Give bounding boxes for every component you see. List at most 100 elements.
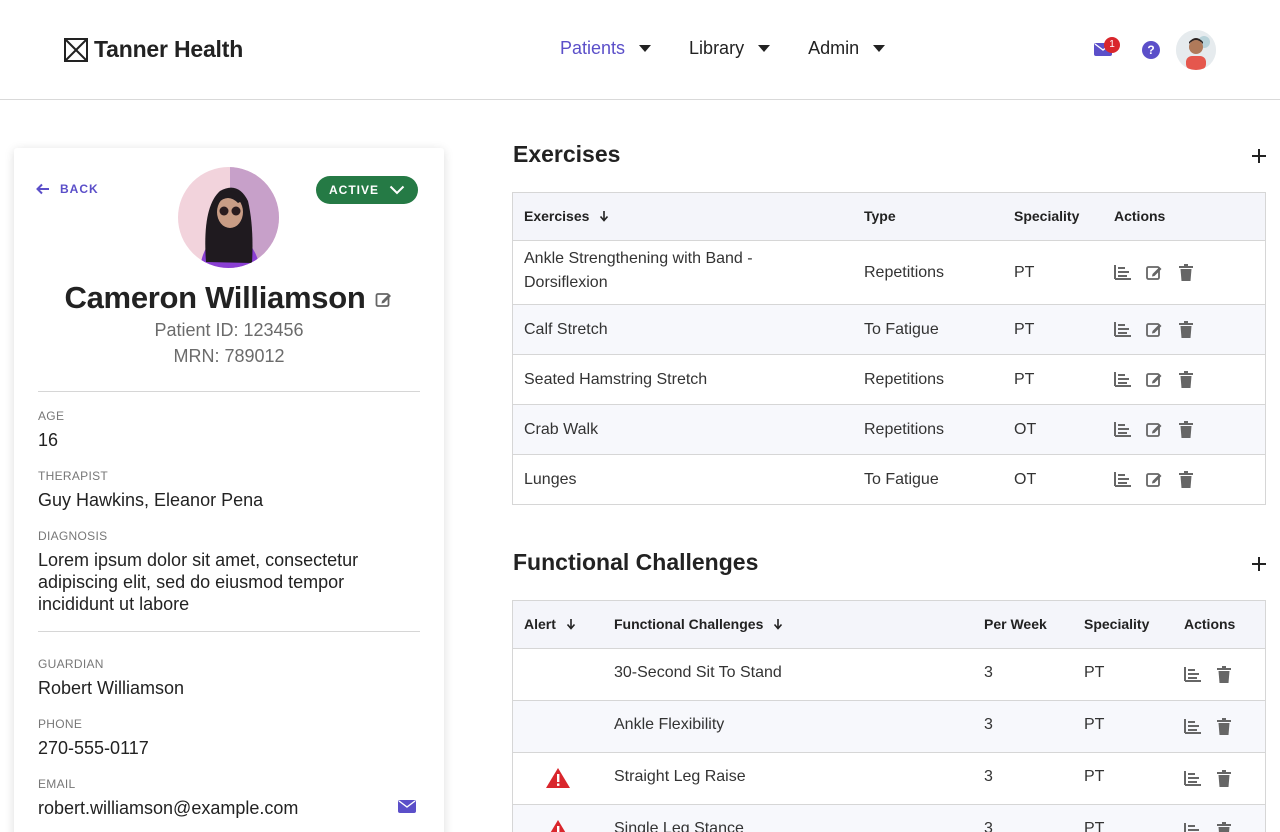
exercise-speciality: PT [1014,264,1035,281]
exercise-name: Calf Stretch [524,321,608,338]
table-row: Lunges To Fatigue OT [513,455,1265,505]
table-row: Seated Hamstring Stretch Repetitions PT [513,355,1265,405]
progress-chart-icon[interactable] [1114,422,1131,442]
challenge-name: Ankle Flexibility [614,716,725,733]
row-actions [1184,718,1231,740]
col-exercises-header[interactable]: Exercises [524,208,609,224]
edit-name-icon[interactable] [375,291,393,309]
help-button[interactable]: ? [1142,41,1160,59]
edit-icon[interactable] [1146,471,1163,493]
col-exercises-label: Exercises [524,208,590,224]
col-actions-header: Actions [1184,616,1236,632]
patient-id: Patient ID: 123456 [154,320,304,340]
table-row: 30-Second Sit To Stand 3 PT [513,649,1265,701]
col-speciality-header: Speciality [1014,208,1080,224]
trash-icon[interactable] [1217,718,1231,740]
exercises-table-header: Exercises Type Speciality Actions [513,193,1265,241]
status-label: ACTIVE [329,183,380,197]
trash-icon[interactable] [1217,770,1231,792]
guardian-label: GUARDIAN [38,657,104,671]
challenge-name: 30-Second Sit To Stand [614,664,782,681]
challenge-per-week: 3 [984,768,993,785]
messages-button[interactable]: 1 [1094,37,1120,65]
edit-icon[interactable] [1146,421,1163,443]
age-label: AGE [38,409,65,423]
nav-patients[interactable]: Patients [560,38,652,59]
progress-chart-icon[interactable] [1184,771,1201,791]
progress-chart-icon[interactable] [1114,265,1131,285]
row-actions [1184,770,1231,792]
phone-value: 270-555-0117 [38,738,149,758]
exercise-speciality: OT [1014,471,1037,488]
notification-badge: 1 [1104,37,1120,53]
trash-icon[interactable] [1179,471,1193,493]
table-row: Ankle Flexibility 3 PT [513,701,1265,753]
progress-chart-icon[interactable] [1114,372,1131,392]
progress-chart-icon[interactable] [1114,472,1131,492]
row-actions [1114,264,1193,286]
exercise-name: Ankle Strengthening with Band - Dorsifle… [524,250,753,291]
exercise-name: Lunges [524,471,577,488]
diagnosis-label: DIAGNOSIS [38,529,108,543]
user-avatar[interactable] [1176,30,1216,70]
arrow-left-icon [36,183,49,195]
trash-icon[interactable] [1217,666,1231,688]
sort-arrow-down-icon [600,211,609,222]
warning-triangle-icon [545,767,571,794]
exercise-speciality: PT [1014,371,1035,388]
challenge-name: Single Leg Stance [614,820,744,832]
patient-photo [178,167,279,268]
row-actions [1184,666,1231,688]
age-value: 16 [38,430,59,450]
patient-name: Cameron Williamson [64,280,366,315]
trash-icon[interactable] [1179,264,1193,286]
edit-icon[interactable] [1146,321,1163,343]
exercise-type: Repetitions [864,421,945,438]
patient-mrn: MRN: 789012 [173,346,285,366]
back-button[interactable]: BACK [36,182,99,196]
challenges-table-header: Alert Functional Challenges Per Week Spe… [513,601,1265,649]
logo-mark-icon [64,37,88,62]
progress-chart-icon[interactable] [1114,322,1131,342]
send-email-icon[interactable] [398,800,416,814]
edit-icon[interactable] [1146,371,1163,393]
nav-library[interactable]: Library [689,38,771,59]
progress-chart-icon[interactable] [1184,719,1201,739]
brand-logo[interactable]: Tanner Health [64,36,243,63]
nav-patients-label: Patients [560,38,626,58]
warning-triangle-icon [545,819,571,832]
table-row: Ankle Strengthening with Band - Dorsifle… [513,241,1265,305]
patient-card: BACK ACTIVE Cameron Williamson Patient I… [14,148,444,832]
trash-icon[interactable] [1179,421,1193,443]
table-row: Straight Leg Raise 3 PT [513,753,1265,805]
status-dropdown[interactable]: ACTIVE [316,176,418,204]
brand-name: Tanner Health [94,36,244,62]
col-challenges-header[interactable]: Functional Challenges [614,616,783,632]
top-navbar: Tanner Health Patients Library Admin 1 ? [0,0,1280,100]
exercise-type: Repetitions [864,264,945,281]
col-speciality-header: Speciality [1084,616,1150,632]
challenge-speciality: PT [1084,820,1105,832]
challenges-table: Alert Functional Challenges Per Week Spe… [512,600,1266,832]
challenge-speciality: PT [1084,768,1105,785]
col-alert-label: Alert [524,616,556,632]
challenge-per-week: 3 [984,716,993,733]
challenge-speciality: PT [1084,716,1105,733]
nav-admin-label: Admin [808,38,860,58]
exercise-type: To Fatigue [864,321,939,338]
exercises-table: Exercises Type Speciality Actions Ankle … [512,192,1266,505]
add-exercise-plus-icon[interactable] [1250,147,1268,165]
trash-icon[interactable] [1217,822,1231,832]
trash-icon[interactable] [1179,371,1193,393]
exercise-type: Repetitions [864,371,945,388]
patient-name-row: Cameron Williamson [14,280,444,316]
col-challenges-label: Functional Challenges [614,616,764,632]
add-challenge-plus-icon[interactable] [1250,555,1268,573]
edit-icon[interactable] [1146,264,1163,286]
progress-chart-icon[interactable] [1184,823,1201,832]
exercise-speciality: OT [1014,421,1037,438]
nav-admin[interactable]: Admin [808,38,886,59]
trash-icon[interactable] [1179,321,1193,343]
col-alert-header[interactable]: Alert [524,616,576,632]
progress-chart-icon[interactable] [1184,667,1201,687]
